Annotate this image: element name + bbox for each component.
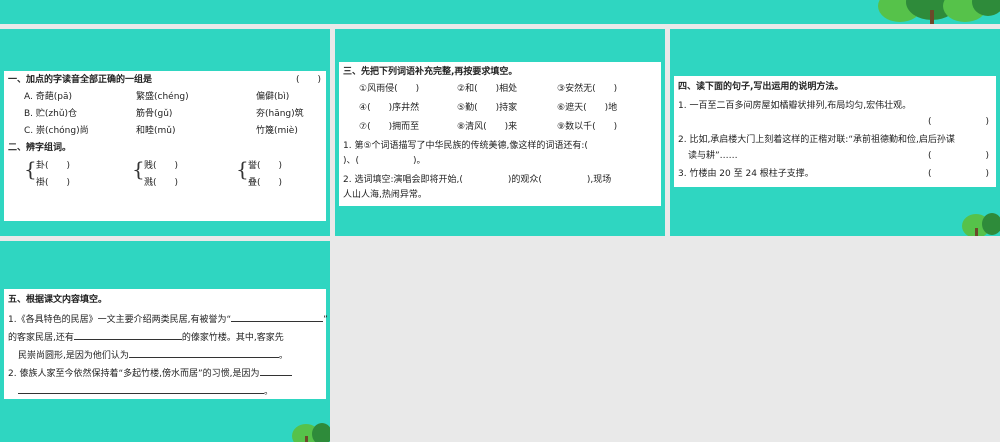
- question-card-1: 一、加点的字读音全部正确的一组是 ( ) A. 奇葩(pā) 繁盛(chéng)…: [4, 71, 326, 221]
- tree-decoration-icon: [962, 213, 1000, 236]
- q3-word-9: ⑨数以千( ): [557, 122, 618, 132]
- q4-answer-2: ( ): [928, 151, 990, 161]
- tree-decoration-icon: [292, 423, 330, 442]
- q5-line-3: 民崇尚圆形,是因为他们认为。: [18, 348, 288, 362]
- blank-4[interactable]: [259, 366, 292, 376]
- blank-1[interactable]: [231, 312, 324, 322]
- q2-word-1a: 卦( ): [36, 161, 71, 171]
- q3-sub2-line1: 2. 选词填空:演唱会即将开始,( )的观众( ),现场: [343, 175, 612, 185]
- q5-line-1: 1.《各具特色的民居》一文主要介绍两类民居,有被誉为“”: [8, 312, 328, 326]
- brace-3: {: [236, 157, 249, 181]
- q4-answer-3: ( ): [928, 169, 990, 179]
- q5-line-2: 的客家民居,还有 的傣家竹楼。其中,客家先: [8, 330, 284, 344]
- q1-option-c3: 竹篾(miè): [256, 126, 298, 136]
- tree-decoration-icon: [878, 0, 1000, 24]
- q5-line-5: 。: [18, 384, 273, 398]
- question-card-5: 五、根据课文内容填空。 1.《各具特色的民居》一文主要介绍两类民居,有被誉为“”…: [4, 289, 328, 399]
- q3-word-6: ⑥遮天( )地: [557, 103, 618, 113]
- q3-word-2: ②和( )相处: [457, 84, 518, 94]
- q1-option-c1: C. 崇(chóng)尚: [24, 126, 89, 136]
- slide-2: 三、先把下列词语补充完整,再按要求填空。 ①风雨侵( ) ②和( )相处 ③安然…: [335, 29, 665, 236]
- q1-title: 一、加点的字读音全部正确的一组是: [8, 75, 153, 85]
- slide-3: 四、读下面的句子,写出运用的说明方法。 1. 一百至二百多间房屋如橘瓣状排列,布…: [670, 29, 1000, 236]
- q4-line-2b: 读与耕”……: [688, 151, 738, 161]
- q3-word-7: ⑦( )拥而至: [359, 122, 420, 132]
- q2-word-3a: 誉( ): [248, 161, 283, 171]
- q2-word-3b: 叠( ): [248, 178, 283, 188]
- q1-option-c2: 和睦(mǔ): [136, 126, 176, 136]
- q3-word-3: ③安然无( ): [557, 84, 618, 94]
- slide-4: 五、根据课文内容填空。 1.《各具特色的民居》一文主要介绍两类民居,有被誉为“”…: [0, 241, 330, 442]
- q3-title: 三、先把下列词语补充完整,再按要求填空。: [343, 67, 518, 77]
- q2-word-2a: 贱( ): [144, 161, 179, 171]
- q3-sub1-line1: 1. 第⑤个词语描写了中华民族的传统美德,像这样的词语还有:(: [343, 141, 588, 151]
- blank-5[interactable]: [18, 384, 264, 394]
- q2-title: 二、辨字组词。: [8, 143, 72, 153]
- q4-answer-1: ( ): [928, 117, 990, 127]
- blank-2[interactable]: [73, 330, 182, 340]
- q1-option-a2: 繁盛(chéng): [136, 92, 189, 102]
- q5-line-4: 2. 傣族人家至今依然保持着“多起竹楼,傍水而居”的习惯,是因为: [8, 366, 292, 380]
- q1-option-a3: 偏僻(bì): [256, 92, 290, 102]
- q1-option-b3: 夯(hāng)筑: [256, 109, 304, 119]
- q3-word-8: ⑧清风( )来: [457, 122, 518, 132]
- question-card-4: 四、读下面的句子,写出运用的说明方法。 1. 一百至二百多间房屋如橘瓣状排列,布…: [674, 76, 996, 187]
- q1-option-a1: A. 奇葩(pā): [24, 92, 72, 102]
- slide-1: 一、加点的字读音全部正确的一组是 ( ) A. 奇葩(pā) 繁盛(chéng)…: [0, 29, 330, 236]
- q4-title: 四、读下面的句子,写出运用的说明方法。: [678, 82, 844, 92]
- q3-word-4: ④( )序井然: [359, 103, 420, 113]
- q5-title: 五、根据课文内容填空。: [8, 295, 108, 305]
- question-card-3: 三、先把下列词语补充完整,再按要求填空。 ①风雨侵( ) ②和( )相处 ③安然…: [339, 62, 661, 206]
- q3-sub1-line2: )、( )。: [343, 156, 426, 166]
- q3-word-5: ⑤勤( )持家: [457, 103, 518, 113]
- blank-3[interactable]: [128, 348, 279, 358]
- q2-word-2b: 溅( ): [144, 178, 179, 188]
- q1-answer-paren: ( ): [296, 75, 322, 85]
- brace-2: {: [132, 157, 145, 181]
- top-slide-strip: [0, 0, 1000, 24]
- q1-option-b2: 筋骨(gǔ): [136, 109, 173, 119]
- q4-line-2a: 2. 比如,承启楼大门上刻着这样的正楷对联:“承前祖德勤和俭,启后孙谋: [678, 135, 955, 145]
- q3-sub2-line2: 人山人海,热闹异常。: [343, 190, 427, 200]
- q1-option-b1: B. 贮(zhǔ)仓: [24, 109, 78, 119]
- q4-line-3: 3. 竹楼由 20 至 24 根柱子支撑。: [678, 169, 814, 179]
- q3-word-1: ①风雨侵( ): [359, 84, 420, 94]
- q2-word-1b: 褂( ): [36, 178, 71, 188]
- q4-line-1: 1. 一百至二百多间房屋如橘瓣状排列,布局均匀,宏伟壮观。: [678, 101, 912, 111]
- brace-1: {: [24, 157, 37, 181]
